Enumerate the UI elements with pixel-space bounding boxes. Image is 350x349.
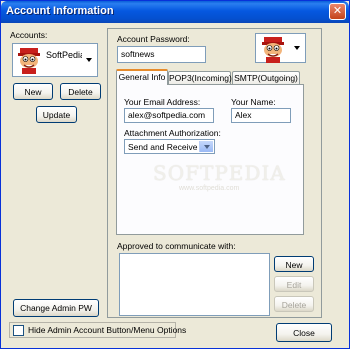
account-password-field[interactable]: softnews (117, 46, 206, 63)
account-new-label: New (24, 87, 42, 97)
account-new-button[interactable]: New (13, 83, 53, 100)
attachment-authorization-select[interactable]: Send and Receive (124, 139, 215, 154)
approved-delete-button[interactable]: Delete (274, 296, 314, 312)
hide-admin-option[interactable]: Hide Admin Account Button/Menu Options (9, 322, 186, 338)
name-label: Your Name: (231, 97, 276, 107)
change-admin-pw-label: Change Admin PW (20, 303, 92, 313)
tab-general-info[interactable]: General Info (116, 69, 168, 85)
hide-admin-label: Hide Admin Account Button/Menu Options (28, 325, 187, 335)
title-bar: Account Information ✕ (1, 1, 349, 23)
tab-smtp-outgoing-label: SMTP(Outgoing) (234, 73, 298, 83)
account-update-button[interactable]: Update (36, 106, 77, 123)
approved-contacts-list[interactable] (119, 253, 270, 316)
softpedia-watermark-url: www.softpedia.com (179, 185, 240, 192)
password-avatar-dropdown[interactable] (255, 33, 306, 63)
hide-admin-checkbox[interactable] (13, 325, 24, 336)
window-title: Account Information (6, 5, 114, 17)
accounts-dropdown[interactable]: SoftPedia (12, 43, 98, 77)
chevron-down-icon (82, 45, 96, 75)
chevron-down-icon (290, 35, 304, 61)
tab-pop3-incoming-label: POP3(Incoming) (169, 73, 232, 83)
close-icon: ✕ (332, 5, 343, 17)
name-field[interactable]: Alex (231, 108, 291, 123)
attachment-authorization-label: Attachment Authorization: (124, 128, 221, 138)
avatar-icon (18, 48, 40, 74)
avatar-icon (262, 37, 284, 63)
account-information-window: Account Information ✕ Accounts: SoftPedi… (0, 0, 350, 349)
attachment-authorization-value: Send and Receive (128, 142, 198, 152)
email-label: Your Email Address: (124, 97, 201, 107)
tab-general-info-label: General Info (118, 72, 166, 82)
account-update-label: Update (42, 110, 71, 120)
selected-account: SoftPedia (46, 50, 86, 60)
approved-new-label: New (285, 260, 303, 270)
approved-edit-label: Edit (286, 280, 302, 290)
close-label: Close (293, 328, 315, 338)
email-field[interactable]: alex@softpedia.com (124, 108, 214, 123)
account-delete-button[interactable]: Delete (60, 83, 101, 100)
softpedia-watermark: SOFTPEDIA (153, 161, 286, 185)
approved-new-button[interactable]: New (274, 256, 314, 272)
account-delete-label: Delete (68, 87, 93, 97)
chevron-down-icon (199, 141, 213, 152)
change-admin-pw-button[interactable]: Change Admin PW (13, 299, 99, 317)
window-close-button[interactable]: ✕ (329, 3, 346, 20)
tab-pop3-incoming[interactable]: POP3(Incoming) (168, 71, 232, 85)
approved-label: Approved to communicate with: (117, 241, 236, 251)
account-password-label: Account Password: (117, 34, 190, 44)
close-button[interactable]: Close (276, 323, 332, 342)
approved-edit-button[interactable]: Edit (274, 276, 314, 292)
approved-delete-label: Delete (281, 300, 307, 310)
accounts-label: Accounts: (10, 30, 48, 40)
tab-smtp-outgoing[interactable]: SMTP(Outgoing) (232, 71, 300, 85)
